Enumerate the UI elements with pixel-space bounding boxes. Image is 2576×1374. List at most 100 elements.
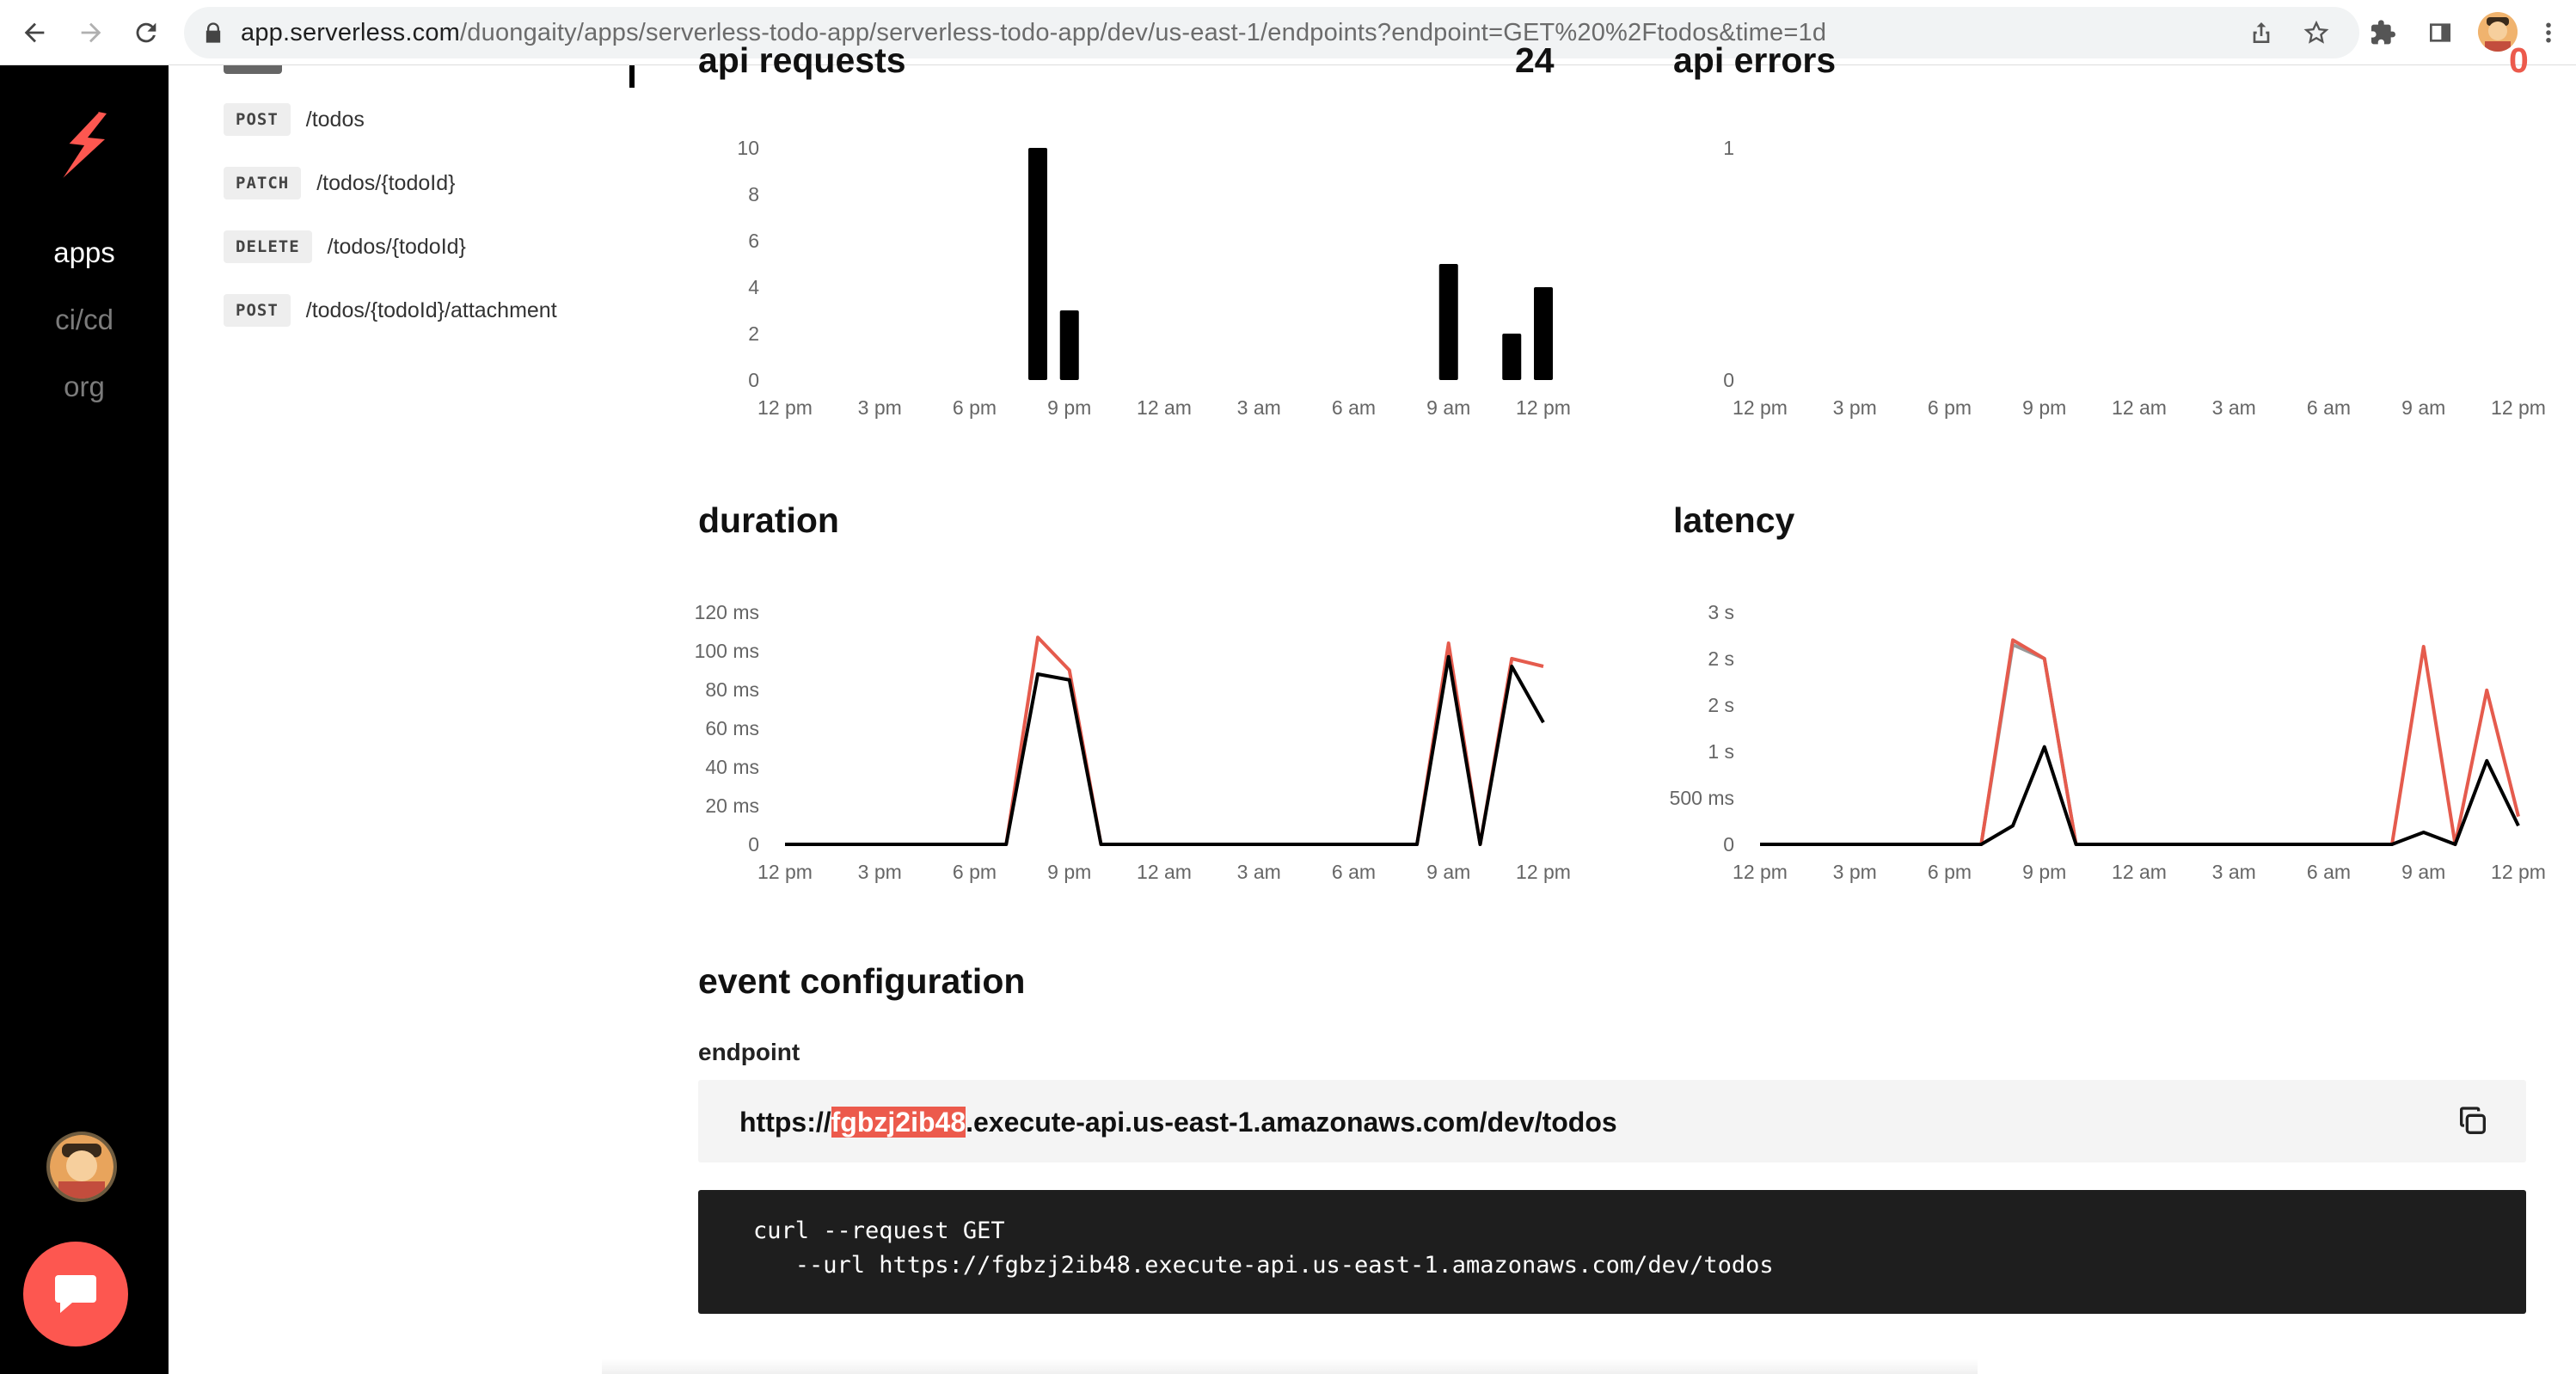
- chat-button[interactable]: [23, 1242, 128, 1346]
- method-badge: POST: [224, 103, 291, 136]
- chart-title-latency: latency: [1673, 500, 1795, 540]
- event-configuration-title: event configuration: [698, 961, 1026, 1001]
- x-tick-label: 12 pm: [757, 396, 813, 419]
- endpoint-method-badge-clipped: [224, 65, 282, 74]
- x-tick-label: 6 am: [2307, 861, 2351, 883]
- api-requests-total: 24: [1515, 40, 1555, 80]
- endpoint-url-box: https://fgbzj2ib48.execute-api.us-east-1…: [698, 1080, 2526, 1162]
- y-tick-label: 0: [748, 833, 759, 856]
- chart-title-api-errors: api errors: [1673, 40, 1837, 80]
- y-tick-label: 40 ms: [705, 756, 759, 778]
- nav-org[interactable]: org: [0, 370, 169, 404]
- y-tick-label: 4: [748, 276, 759, 298]
- api-errors-total: 0: [2509, 40, 2529, 80]
- star-icon[interactable]: [2299, 15, 2334, 50]
- x-tick-label: 12 pm: [2491, 396, 2546, 419]
- duration-chart: 0 20 ms 40 ms 60 ms 80 ms 100 ms 120 ms 12 pm 3 …: [695, 601, 1571, 883]
- x-tick-label: 3 am: [1237, 861, 1281, 883]
- api-requests-chart: 0 2 4 6 8 10 12 pm 3 pm 6 pm 9 pm 12 am 3 am 6 am 9 a…: [737, 137, 1571, 419]
- forward-icon[interactable]: [71, 12, 112, 53]
- x-tick-label: 6 pm: [1928, 396, 1972, 419]
- endpoint-item[interactable]: PATCH /todos/{todoId}: [224, 167, 455, 199]
- share-icon[interactable]: [2244, 15, 2279, 50]
- x-tick-label: 6 pm: [953, 861, 997, 883]
- address-bar[interactable]: app.serverless.com/duongaity/apps/server…: [184, 7, 2359, 58]
- back-icon[interactable]: [14, 12, 55, 53]
- y-tick-label: 6: [748, 230, 759, 252]
- y-tick-label: 1: [1723, 137, 1734, 159]
- chat-icon: [55, 1275, 96, 1313]
- bottom-shadow: [602, 1359, 1978, 1374]
- x-tick-label: 12 pm: [1516, 396, 1571, 419]
- request-bar: [1028, 148, 1047, 380]
- x-tick-label: 12 am: [1137, 861, 1192, 883]
- user-avatar[interactable]: [46, 1132, 117, 1202]
- nav-cicd[interactable]: ci/cd: [0, 303, 169, 337]
- api-id-highlight: fgbzj2ib48: [831, 1107, 966, 1138]
- x-tick-label: 12 pm: [2491, 861, 2546, 883]
- x-tick-label: 9 am: [2401, 396, 2445, 419]
- endpoint-item[interactable]: POST /todos/{todoId}/attachment: [224, 294, 557, 327]
- x-tick-label: 12 pm: [1733, 861, 1788, 883]
- kebab-menu-icon[interactable]: [2538, 15, 2559, 50]
- y-tick-label: 0: [1723, 369, 1734, 391]
- y-tick-label: 60 ms: [705, 717, 759, 739]
- y-tick-label: 10: [737, 137, 759, 159]
- endpoint-item[interactable]: DELETE /todos/{todoId}: [224, 230, 466, 263]
- y-tick-label: 80 ms: [705, 678, 759, 701]
- request-bar: [1059, 310, 1079, 380]
- curl-command-block[interactable]: curl --request GET --url https://fgbzj2i…: [698, 1190, 2526, 1314]
- method-badge: PATCH: [224, 167, 302, 199]
- y-tick-label: 20 ms: [705, 794, 759, 817]
- x-tick-label: 3 pm: [858, 396, 902, 419]
- latency-chart: 0 500 ms 1 s 2 s 2 s 3 s 12 pm 3 pm 6 pm 9 pm 12 a…: [1670, 601, 2546, 883]
- x-tick-label: 9 pm: [1047, 861, 1091, 883]
- y-tick-label: 100 ms: [695, 640, 759, 662]
- y-tick-label: 0: [748, 369, 759, 391]
- x-tick-label: 3 am: [1237, 396, 1281, 419]
- method-badge: POST: [224, 294, 291, 327]
- side-panel-icon[interactable]: [2423, 15, 2457, 50]
- reload-icon[interactable]: [126, 12, 167, 53]
- endpoint-path: /todos/{todoId}/attachment: [305, 297, 557, 322]
- series-line: [1760, 638, 2520, 846]
- y-tick-label: 0: [1723, 833, 1734, 856]
- y-tick-label: 2 s: [1708, 647, 1734, 670]
- endpoint-item[interactable]: POST /todos: [224, 103, 365, 136]
- x-tick-label: 12 am: [2112, 861, 2167, 883]
- method-badge: DELETE: [224, 230, 312, 263]
- curl-line: --url https://fgbzj2ib48.execute-api.us-…: [753, 1252, 1774, 1279]
- x-tick-label: 3 pm: [1833, 396, 1877, 419]
- browser-toolbar: app.serverless.com/duongaity/apps/server…: [0, 0, 2576, 65]
- x-tick-label: 12 pm: [757, 861, 813, 883]
- x-tick-label: 6 pm: [1928, 861, 1972, 883]
- endpoint-path: /todos/{todoId}: [327, 234, 466, 259]
- y-tick-label: 3 s: [1708, 601, 1734, 623]
- x-tick-label: 3 am: [2212, 396, 2256, 419]
- request-bar: [1534, 287, 1553, 380]
- y-tick-label: 2 s: [1708, 694, 1734, 716]
- x-tick-label: 12 am: [2112, 396, 2167, 419]
- curl-line: curl --request GET: [753, 1218, 1005, 1244]
- request-bar: [1438, 264, 1458, 380]
- x-tick-label: 3 am: [2212, 861, 2256, 883]
- extensions-icon[interactable]: [2366, 15, 2401, 50]
- y-tick-label: 120 ms: [695, 601, 759, 623]
- y-tick-label: 2: [748, 322, 759, 345]
- x-tick-label: 9 am: [1426, 861, 1470, 883]
- chart-title-api-requests: api requests: [698, 40, 906, 80]
- url-text: app.serverless.com/duongaity/apps/server…: [241, 19, 1827, 46]
- serverless-logo-icon[interactable]: [53, 110, 112, 182]
- copy-icon[interactable]: [2456, 1104, 2490, 1138]
- panel-divider: [629, 65, 635, 88]
- endpoint-url[interactable]: https://fgbzj2ib48.execute-api.us-east-1…: [739, 1106, 1617, 1138]
- y-tick-label: 1 s: [1708, 740, 1734, 763]
- x-tick-label: 9 am: [1426, 396, 1470, 419]
- x-tick-label: 12 pm: [1733, 396, 1788, 419]
- lock-icon: [205, 22, 221, 43]
- x-tick-label: 9 pm: [1047, 396, 1091, 419]
- endpoint-path: /todos: [305, 107, 365, 132]
- x-tick-label: 9 pm: [2022, 861, 2066, 883]
- nav-apps[interactable]: apps: [0, 236, 169, 270]
- series-line: [1760, 642, 2078, 846]
